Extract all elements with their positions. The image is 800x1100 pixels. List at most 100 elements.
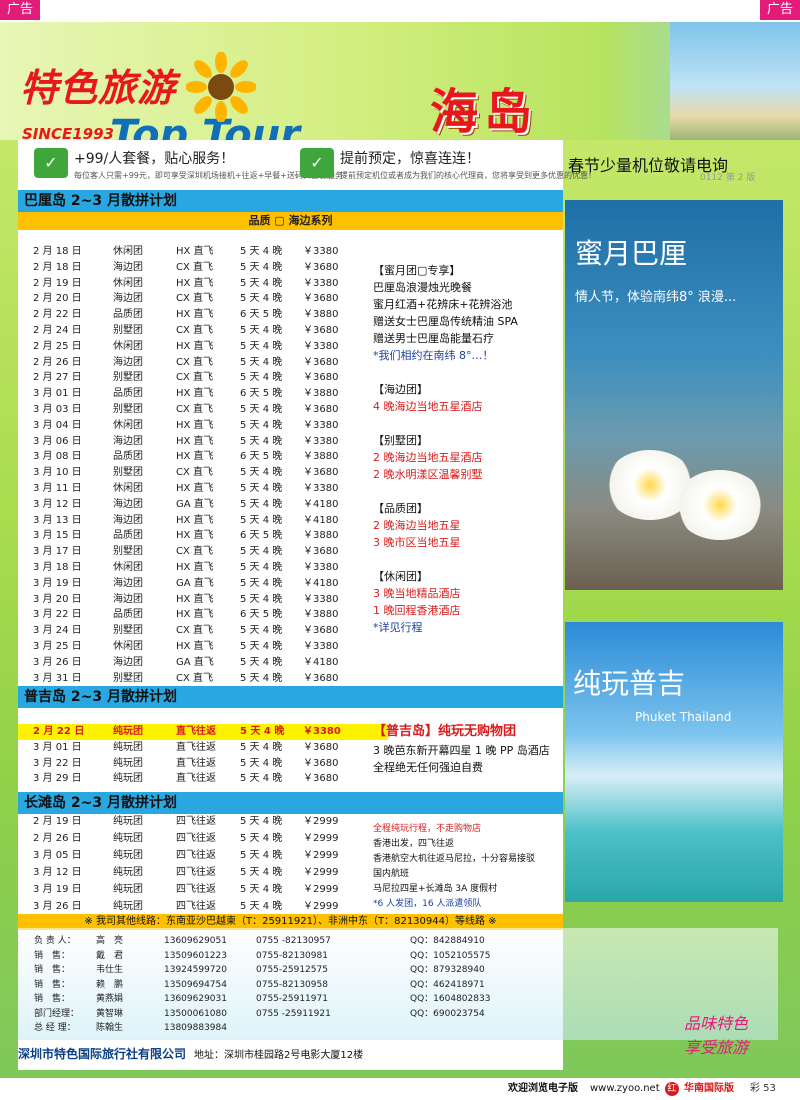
table-row: 2 月 20 日 海边团 CX 直飞 5 天 4 晚 ￥3680 bbox=[18, 291, 388, 307]
table-cell: 四飞往返 bbox=[176, 884, 216, 895]
table-cell: 3 月 10 日 bbox=[33, 467, 82, 479]
table-cell: 5 天 4 晚 bbox=[240, 261, 283, 273]
table-row: 3 月 17 日 别墅团 CX 直飞 5 天 4 晚 ￥3680 bbox=[18, 544, 388, 560]
table-cell: 3 月 12 日 bbox=[33, 498, 82, 510]
note-line: 【蜜月团▢专享】 bbox=[373, 264, 461, 277]
edition-text: 华南国际版 bbox=[684, 1083, 734, 1094]
sunflower-icon bbox=[186, 52, 256, 122]
contact-cell: 赖 鹏 bbox=[96, 979, 124, 990]
table-cell: 直飞往返 bbox=[176, 726, 216, 737]
table-cell: 2 月 22 日 bbox=[33, 309, 82, 321]
phuket-note: 全程绝无任何强迫自费 bbox=[373, 761, 483, 774]
table-cell: 品质团 bbox=[113, 609, 143, 621]
table-cell: 5 天 4 晚 bbox=[240, 867, 283, 878]
contact-cell: 0755-82130981 bbox=[256, 950, 328, 961]
table-cell: HX 直飞 bbox=[176, 593, 214, 605]
table-cell: 海边团 bbox=[113, 514, 143, 526]
table-cell: ￥3880 bbox=[303, 530, 339, 542]
table-cell: 5 天 4 晚 bbox=[240, 467, 283, 479]
table-cell: 3 月 15 日 bbox=[33, 530, 82, 542]
table-cell: 别墅团 bbox=[113, 404, 143, 415]
note-line: 赠送女士巴厘岛传统精油 SPA bbox=[373, 315, 518, 328]
contact-cell: 0755-25911971 bbox=[256, 994, 328, 1004]
slogan: 品味特色 享受旅游 bbox=[684, 1010, 748, 1058]
bottom-bar: 欢迎浏览电子版 www.zyoo.net 红 华南国际版 彩 53 bbox=[0, 1078, 800, 1100]
table-cell: 5 天 4 晚 bbox=[240, 293, 283, 305]
table-cell: 休闲团 bbox=[113, 340, 143, 352]
table-cell: HX 直飞 bbox=[176, 483, 214, 494]
table-row: 3 月 13 日 海边团 HX 直飞 5 天 4 晚 ￥4180 bbox=[18, 513, 388, 529]
site-link[interactable]: www.zyoo.net bbox=[590, 1078, 660, 1100]
table-row: 2 月 19 日 休闲团 HX 直飞 5 天 4 晚 ￥3380 bbox=[18, 276, 388, 292]
phuket-notes: 【普吉岛】纯玩无购物团 3 晚芭东新开幕四星 1 晚 PP 岛酒店 全程绝无任何… bbox=[373, 722, 550, 776]
table-cell: CX 直飞 bbox=[176, 372, 214, 384]
table-cell: 2 月 26 日 bbox=[33, 356, 82, 368]
table-cell: HX 直飞 bbox=[176, 530, 214, 542]
table-cell: 6 天 5 晚 bbox=[240, 609, 283, 621]
table-cell: 3 月 22 日 bbox=[33, 757, 82, 769]
table-cell: 6 天 5 晚 bbox=[240, 309, 283, 321]
table-cell: HX 直飞 bbox=[176, 419, 214, 431]
contact-cell: 13509601223 bbox=[164, 950, 227, 961]
contacts-panel: 负 责 人： 高 亮 13609629051 0755 -82130957 QQ：842… bbox=[18, 928, 778, 1040]
table-cell: CX 直飞 bbox=[176, 546, 214, 558]
table-row: 3 月 20 日 海边团 HX 直飞 5 天 4 晚 ￥3380 bbox=[18, 592, 388, 608]
table-cell: 品质团 bbox=[113, 530, 143, 542]
slogan-line: 品味特色 bbox=[684, 1014, 749, 1033]
table-cell: 5 天 4 晚 bbox=[240, 277, 283, 289]
table-cell: 2 月 24 日 bbox=[33, 325, 82, 336]
table-cell: CX 直飞 bbox=[176, 261, 214, 273]
contact-cell: 13924599720 bbox=[164, 965, 227, 975]
company-address: 地址：深圳市桂园路2号电影大厦12楼 bbox=[194, 1050, 364, 1061]
table-cell: 2 月 26 日 bbox=[33, 833, 82, 844]
leaf-icon: ✓ bbox=[34, 148, 68, 178]
table-cell: 别墅团 bbox=[113, 546, 143, 558]
table-cell: ￥3680 bbox=[303, 467, 339, 479]
note-line: *详见行程 bbox=[373, 621, 423, 634]
table-cell: ￥3680 bbox=[303, 372, 339, 384]
boracay-notes: 全程纯玩行程，不走购物店 香港出发，四飞往返 香港航空大机往返马尼拉，十分容易接驳国… bbox=[373, 822, 535, 912]
table-cell: ￥3380 bbox=[303, 726, 341, 737]
table-cell: 纯玩团 bbox=[113, 757, 143, 769]
table-row: 2 月 24 日 别墅团 CX 直飞 5 天 4 晚 ￥3680 bbox=[18, 323, 388, 339]
table-cell: 5 天 4 晚 bbox=[240, 356, 283, 368]
note-line: 赠送男士巴厘岛能量石疗 bbox=[373, 332, 494, 345]
table-cell: 纯玩团 bbox=[113, 741, 143, 753]
table-cell: ￥3380 bbox=[303, 435, 339, 447]
contact-cell: 负 责 人： bbox=[34, 936, 76, 946]
table-cell: 纯玩团 bbox=[113, 884, 143, 895]
table-row: 3 月 18 日 休闲团 HX 直飞 5 天 4 晚 ￥3380 bbox=[18, 560, 388, 576]
table-row: 3 月 01 日 品质团 HX 直飞 6 天 5 晚 ￥3880 bbox=[18, 386, 388, 402]
contact-cell: 高 亮 bbox=[96, 936, 124, 946]
table-cell: 5 天 4 晚 bbox=[240, 246, 283, 257]
table-cell: 5 天 4 晚 bbox=[240, 498, 283, 510]
contact-cell: 黄智琳 bbox=[96, 1008, 124, 1019]
leaf-icon: ✓ bbox=[300, 148, 334, 178]
note-line: 【海边团】 bbox=[373, 383, 428, 396]
table-cell: HX 直飞 bbox=[176, 277, 214, 289]
table-cell: 海边团 bbox=[113, 593, 143, 605]
table-cell: 四飞往返 bbox=[176, 850, 216, 861]
phuket-heading: 普吉岛 2~3 月散拼计划 bbox=[18, 686, 563, 708]
table-cell: ￥3880 bbox=[303, 309, 339, 321]
table-cell: ￥3380 bbox=[303, 340, 339, 352]
table-cell: 直飞往返 bbox=[176, 773, 216, 785]
table-cell: ￥3680 bbox=[303, 757, 339, 769]
contact-cell: 总 经 理： bbox=[34, 1023, 76, 1033]
table-row: 2 月 25 日 休闲团 HX 直飞 5 天 4 晚 ￥3380 bbox=[18, 339, 388, 355]
table-cell: CX 直飞 bbox=[176, 356, 214, 368]
table-cell: 5 天 4 晚 bbox=[240, 372, 283, 384]
table-cell: 5 天 4 晚 bbox=[240, 562, 283, 573]
table-cell: ￥3380 bbox=[303, 562, 339, 573]
table-cell: ￥3880 bbox=[303, 609, 339, 621]
table-cell: 休闲团 bbox=[113, 641, 143, 652]
table-row: 2 月 19 日 纯玩团 四飞往返 5 天 4 晚 ￥2999 bbox=[18, 814, 388, 830]
contact-cell: QQ：690023754 bbox=[410, 1008, 485, 1019]
table-cell: ￥3680 bbox=[303, 261, 339, 273]
table-cell: 海边团 bbox=[113, 656, 143, 668]
boracay-heading: 长滩岛 2~3 月散拼计划 bbox=[18, 792, 563, 814]
table-cell: 3 月 20 日 bbox=[33, 593, 82, 605]
contact-cell: 陈翰生 bbox=[96, 1023, 124, 1033]
table-cell: 3 月 25 日 bbox=[33, 641, 82, 652]
table-cell: 3 月 26 日 bbox=[33, 901, 82, 912]
